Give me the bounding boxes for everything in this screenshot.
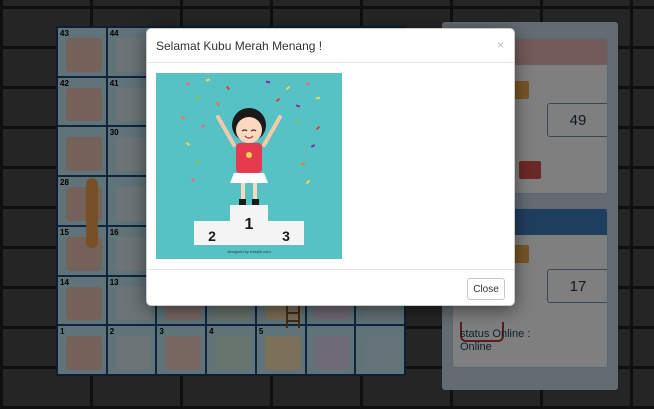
podium-first: 1	[245, 216, 254, 233]
winner-modal: Selamat Kubu Merah Menang ! × 1 2 3 desi…	[146, 28, 515, 306]
modal-title: Selamat Kubu Merah Menang !	[156, 39, 323, 53]
close-icon[interactable]: ×	[497, 38, 504, 52]
podium-second: 2	[208, 228, 216, 244]
modal-footer: Close	[147, 269, 514, 307]
modal-header: Selamat Kubu Merah Menang ! ×	[147, 29, 514, 63]
podium-third: 3	[282, 228, 290, 244]
winner-illustration: 1 2 3 designed by freepik.com	[156, 73, 342, 259]
image-credit: designed by freepik.com	[227, 249, 271, 254]
close-button[interactable]: Close	[467, 278, 505, 300]
modal-body: 1 2 3 designed by freepik.com	[156, 73, 342, 259]
